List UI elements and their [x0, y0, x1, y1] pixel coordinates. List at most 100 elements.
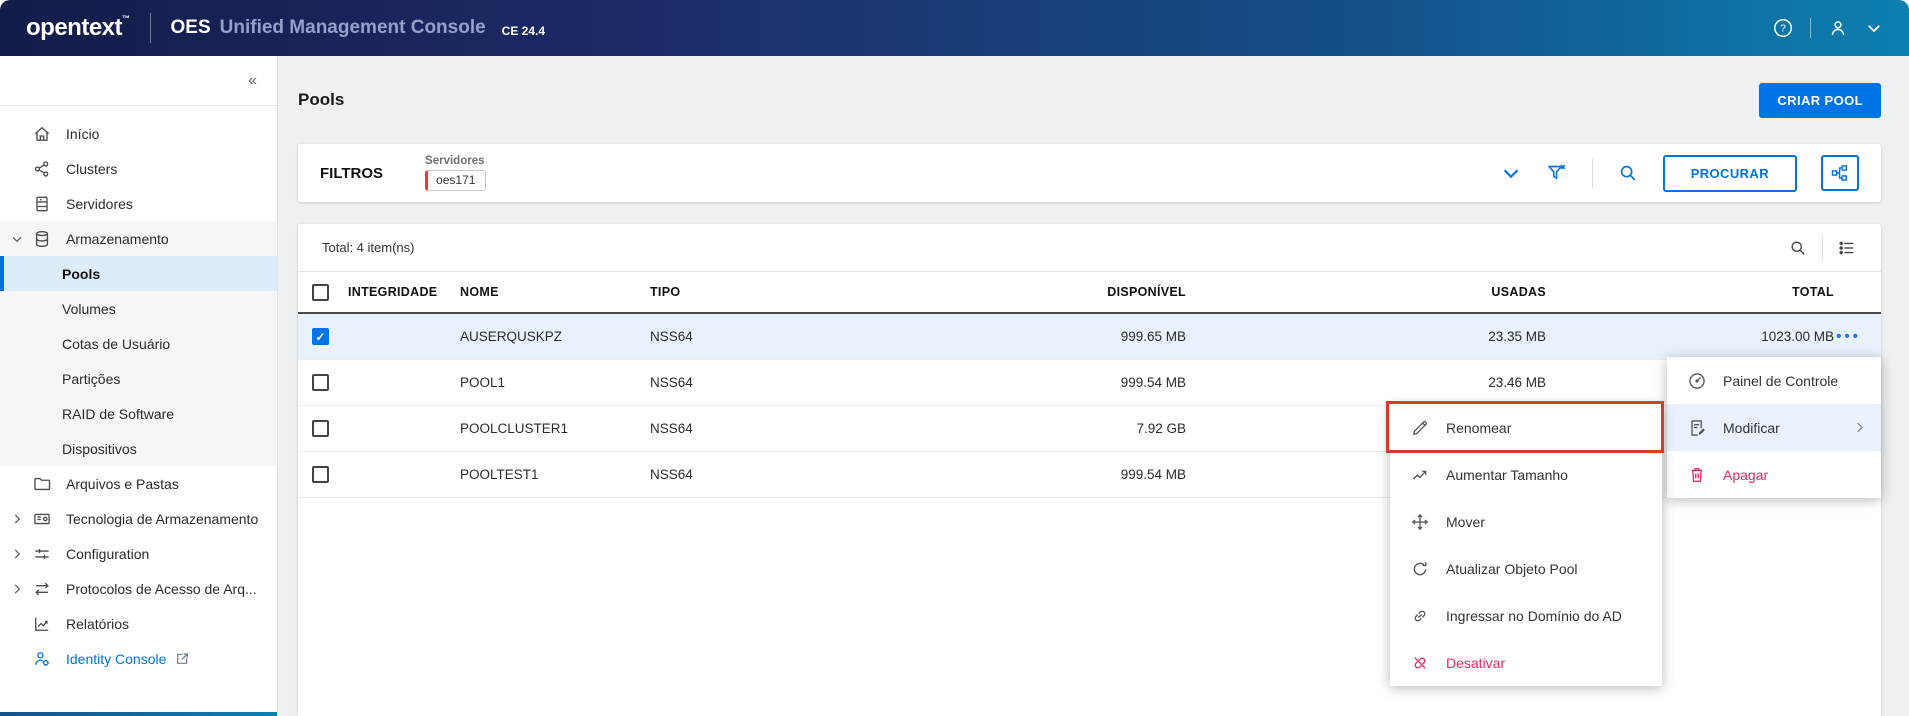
- external-link-icon: [174, 651, 190, 667]
- sidebar-item-label: Armazenamento: [66, 230, 169, 247]
- user-icon[interactable]: [1827, 17, 1849, 39]
- svg-text:?: ?: [1780, 23, 1786, 35]
- sidebar-item-dispositivos[interactable]: Dispositivos: [0, 431, 277, 466]
- sidebar-collapse-button[interactable]: «: [248, 72, 257, 90]
- sidebar-item-label: Relatórios: [66, 615, 130, 632]
- protocols-icon: [32, 579, 54, 599]
- row-actions-button[interactable]: •••: [1834, 328, 1863, 345]
- sidebar-item-clusters[interactable]: Clusters: [0, 151, 277, 186]
- col-header-integridade[interactable]: INTEGRIDADE: [348, 285, 460, 299]
- menu-item-atualizar-objeto-pool[interactable]: Atualizar Objeto Pool: [1390, 545, 1662, 592]
- sidebar-item-particoes[interactable]: Partições: [0, 361, 277, 396]
- pool-type: NSS64: [650, 329, 693, 344]
- sidebar-item-label: Início: [66, 125, 100, 142]
- storage-technology-icon: [32, 509, 54, 529]
- server-filter-label: Servidores: [425, 155, 485, 167]
- dashboard-gauge-icon: [1687, 371, 1707, 391]
- sidebar-item-configuration[interactable]: Configuration: [0, 536, 277, 571]
- pool-available: 999.54 MB: [1120, 467, 1186, 482]
- sidebar-item-label: Tecnologia de Armazenamento: [66, 510, 259, 527]
- clusters-icon: [32, 159, 54, 179]
- sidebar-item-arquivos-e-pastas[interactable]: Arquivos e Pastas: [0, 466, 277, 501]
- create-pool-button[interactable]: CRIAR POOL: [1759, 82, 1881, 118]
- sidebar-item-tecnologia-de-armazenamento[interactable]: Tecnologia de Armazenamento: [0, 501, 277, 536]
- menu-item-desativar[interactable]: Desativar: [1390, 639, 1662, 686]
- product-name: OES: [170, 17, 211, 38]
- sidebar-item-volumes[interactable]: Volumes: [0, 291, 277, 326]
- sidebar-item-raid-de-software[interactable]: RAID de Software: [0, 396, 277, 431]
- sidebar-item-label: Configuration: [66, 545, 150, 562]
- menu-item-ingressar-dominio-ad[interactable]: Ingressar no Domínio do AD: [1390, 592, 1662, 639]
- tree-view-button[interactable]: [1821, 155, 1859, 191]
- link-off-icon: [1410, 653, 1430, 673]
- main-content: Pools CRIAR POOL FILTROS Servidores oes1…: [278, 56, 1909, 716]
- col-header-disponivel[interactable]: DISPONÍVEL: [918, 285, 1186, 299]
- pool-type: NSS64: [650, 375, 693, 390]
- top-header: opentext™ OES Unified Management Console…: [0, 0, 1909, 56]
- trademark-symbol: ™: [122, 14, 130, 23]
- sidebar-item-protocolos-de-acesso[interactable]: Protocolos de Acesso de Arq...: [0, 571, 277, 606]
- menu-item-modificar[interactable]: Modificar: [1667, 404, 1881, 451]
- row-context-menu: Painel de Controle Modificar Apagar: [1667, 357, 1881, 498]
- edit-document-icon: [1687, 418, 1707, 438]
- procurar-button[interactable]: PROCURAR: [1662, 154, 1797, 192]
- col-header-total[interactable]: TOTAL: [1546, 285, 1834, 299]
- sidebar-item-armazenamento[interactable]: Armazenamento: [0, 221, 277, 256]
- filters-bar: FILTROS Servidores oes171 PROCURAR: [298, 144, 1881, 202]
- row-checkbox[interactable]: [312, 420, 329, 437]
- sidebar-item-relatorios[interactable]: Relatórios: [0, 606, 277, 641]
- sidebar-nav: Início Clusters Servidores Armazenamento…: [0, 106, 277, 676]
- sidebar-item-servidores[interactable]: Servidores: [0, 186, 277, 221]
- row-checkbox[interactable]: ✓: [312, 328, 329, 345]
- move-icon: [1410, 512, 1430, 532]
- clear-filter-icon[interactable]: [1546, 162, 1568, 184]
- help-icon[interactable]: ?: [1772, 17, 1794, 39]
- sidebar-item-cotas-de-usuario[interactable]: Cotas de Usuário: [0, 326, 277, 361]
- server-filter-chip[interactable]: oes171: [425, 170, 487, 191]
- filters-label: FILTROS: [320, 164, 384, 182]
- filters-collapse-chevron-icon[interactable]: [1500, 162, 1522, 184]
- sidebar-bottom-accent: [0, 712, 277, 716]
- col-header-nome[interactable]: NOME: [460, 285, 650, 299]
- pool-used: 23.46 MB: [1488, 375, 1546, 390]
- pool-available: 999.65 MB: [1120, 329, 1186, 344]
- pool-name: AUSERQUSKPZ: [460, 329, 563, 344]
- sidebar-item-inicio[interactable]: Início: [0, 116, 277, 151]
- user-menu-chevron-icon[interactable]: [1865, 19, 1883, 37]
- pool-available: 7.92 GB: [1136, 421, 1186, 436]
- menu-item-aumentar-tamanho[interactable]: Aumentar Tamanho: [1390, 451, 1662, 498]
- sliders-icon: [32, 544, 54, 564]
- menu-item-painel-de-controle[interactable]: Painel de Controle: [1667, 357, 1881, 404]
- submenu-chevron-icon: [1852, 420, 1867, 435]
- console-title: Unified Management Console: [219, 17, 486, 38]
- menu-item-apagar[interactable]: Apagar: [1667, 451, 1881, 498]
- table-row[interactable]: ✓ AUSERQUSKPZ NSS64 999.65 MB 23.35 MB 1…: [298, 314, 1881, 360]
- refresh-icon: [1410, 559, 1430, 579]
- row-checkbox[interactable]: [312, 466, 329, 483]
- modify-submenu: Renomear Aumentar Tamanho Mover Atualiza…: [1390, 404, 1662, 686]
- col-header-tipo[interactable]: TIPO: [650, 285, 918, 299]
- column-settings-icon[interactable]: [1837, 238, 1857, 258]
- col-header-usadas[interactable]: USADAS: [1186, 285, 1546, 299]
- select-all-checkbox[interactable]: [312, 283, 329, 301]
- table-search-icon[interactable]: [1788, 238, 1808, 258]
- identity-console-icon: [32, 649, 54, 669]
- menu-item-mover[interactable]: Mover: [1390, 498, 1662, 545]
- header-icon-divider: [1810, 18, 1811, 38]
- total-items-label: Total: 4 item(ns): [322, 240, 415, 255]
- sidebar-item-identity-console[interactable]: Identity Console: [0, 641, 277, 676]
- sidebar-item-label: Arquivos e Pastas: [66, 475, 179, 492]
- menu-item-renomear[interactable]: Renomear: [1390, 404, 1662, 451]
- pool-name: POOL1: [460, 375, 506, 390]
- chevron-down-icon: [10, 232, 32, 246]
- row-checkbox[interactable]: [312, 374, 329, 391]
- page-title: Pools: [298, 90, 345, 109]
- storage-nav-group: Armazenamento Pools Volumes Cotas de Usu…: [0, 221, 277, 466]
- table-row[interactable]: POOL1 NSS64 999.54 MB 23.46 MB: [298, 360, 1881, 406]
- sidebar-item-pools[interactable]: Pools: [0, 256, 277, 291]
- sidebar-collapse-row: «: [0, 56, 277, 106]
- server-icon: [32, 194, 54, 214]
- chevron-right-icon: [10, 512, 32, 526]
- filter-search-icon[interactable]: [1617, 162, 1639, 184]
- sidebar-item-label: Servidores: [66, 195, 133, 212]
